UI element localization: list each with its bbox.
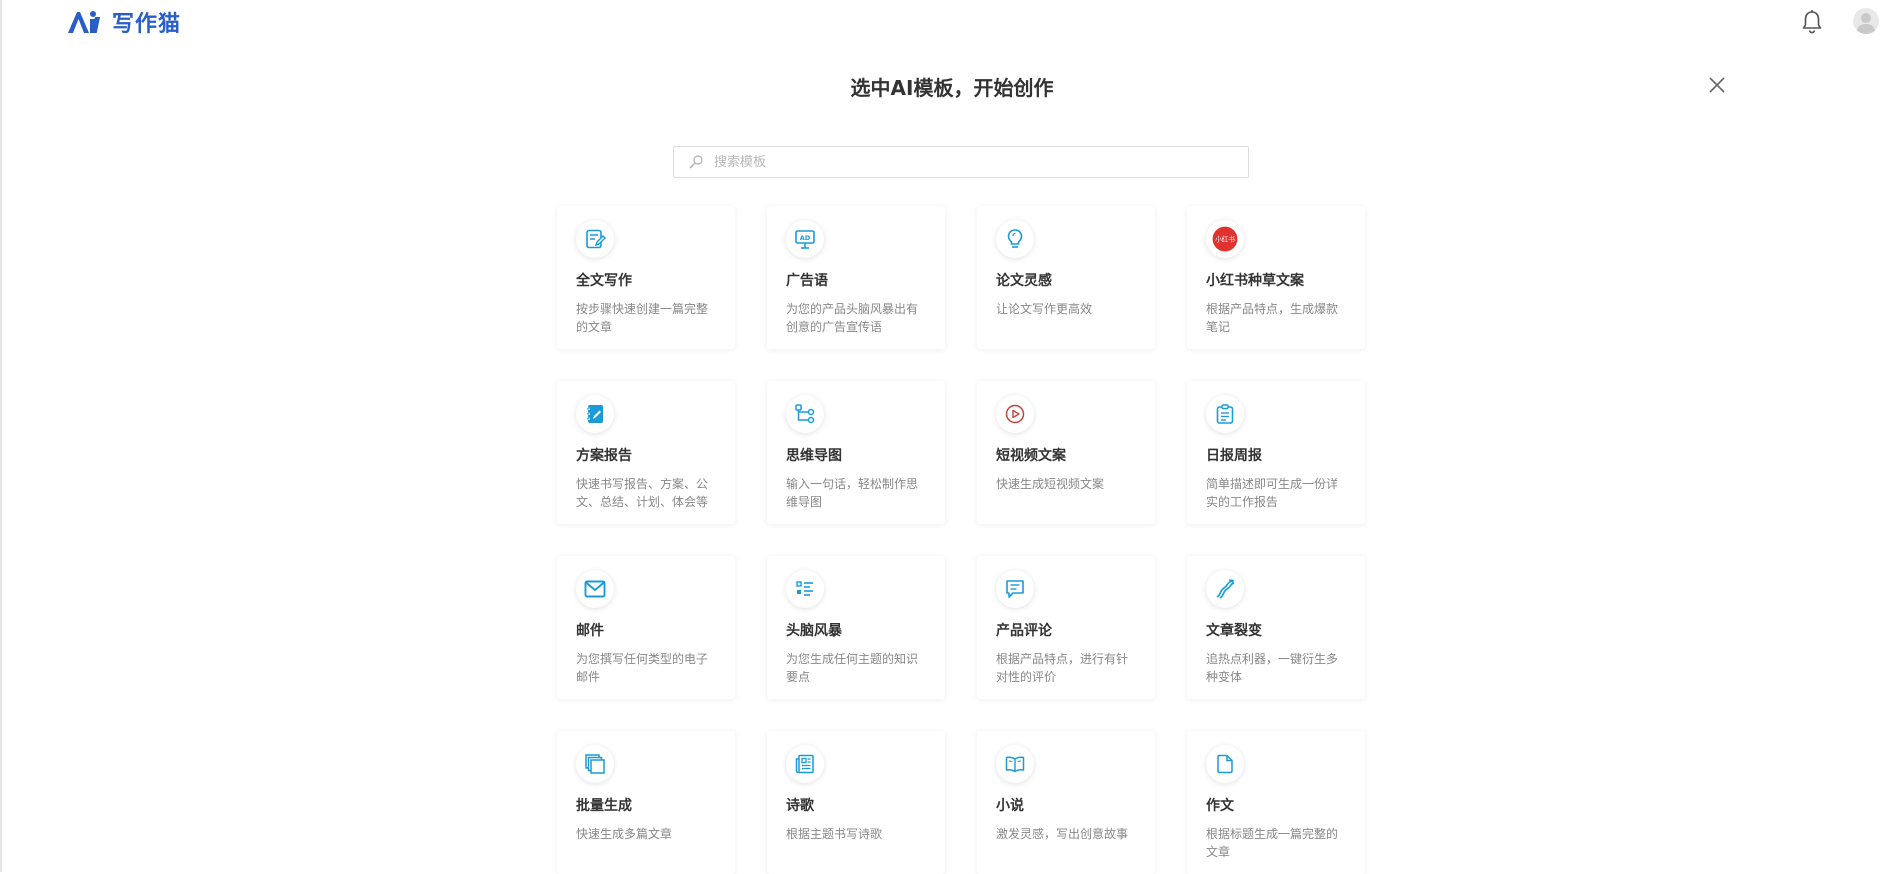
- template-card-xiaohongshu[interactable]: 小红书 小红书种草文案 根据产品特点，生成爆款笔记: [1187, 206, 1365, 349]
- lightbulb-icon: [1007, 229, 1023, 248]
- card-icon-wrap: [996, 745, 1034, 783]
- xiaohongshu-icon: 小红书: [1212, 226, 1238, 252]
- play-circle-icon: [1005, 404, 1025, 424]
- edit-document-icon: [586, 229, 606, 249]
- template-card-slogan[interactable]: AD 广告语 为您的产品头脑风暴出有创意的广告宣传语: [767, 206, 945, 349]
- template-card-mindmap[interactable]: 思维导图 输入一句话，轻松制作思维导图: [767, 381, 945, 524]
- split-arrows-icon: [1216, 579, 1235, 599]
- card-description: 快速生成多篇文章: [576, 827, 673, 841]
- svg-text:AD: AD: [800, 234, 811, 242]
- brand-logo[interactable]: 写作猫: [66, 6, 181, 38]
- template-card-full-writing[interactable]: 全文写作 按步骤快速创建一篇完整的文章: [557, 206, 735, 349]
- card-icon-wrap: [576, 745, 614, 783]
- card-title: 头脑风暴: [786, 623, 842, 639]
- card-title: 方案报告: [576, 448, 632, 464]
- top-header: 写作猫: [0, 0, 1904, 44]
- card-title: 论文灵感: [996, 273, 1052, 289]
- card-icon-wrap: [1206, 395, 1244, 433]
- template-card-thesis-inspiration[interactable]: 论文灵感 让论文写作更高效: [977, 206, 1155, 349]
- close-icon[interactable]: [1706, 74, 1728, 96]
- card-description: 快速书写报告、方案、公文、总结、计划、体会等: [576, 477, 709, 509]
- card-icon-wrap: [576, 220, 614, 258]
- template-card-novel[interactable]: 小说 激发灵感，写出创意故事: [977, 731, 1155, 874]
- mail-icon: [584, 580, 606, 598]
- search-box[interactable]: [673, 146, 1249, 178]
- template-card-batch-generate[interactable]: 批量生成 快速生成多篇文章: [557, 731, 735, 874]
- card-icon-wrap: 小红书: [1206, 220, 1244, 258]
- card-icon-wrap: [1206, 570, 1244, 608]
- template-card-proposal-report[interactable]: 方案报告 快速书写报告、方案、公文、总结、计划、体会等: [557, 381, 735, 524]
- logo-text: 写作猫: [112, 11, 182, 37]
- card-description: 按步骤快速创建一篇完整的文章: [576, 302, 709, 334]
- card-title: 日报周报: [1206, 448, 1262, 464]
- template-card-product-review[interactable]: 产品评论 根据产品特点，进行有针对性的评价: [977, 556, 1155, 699]
- card-description: 让论文写作更高效: [996, 302, 1093, 316]
- template-card-daily-weekly-report[interactable]: 日报周报 简单描述即可生成一份详实的工作报告: [1187, 381, 1365, 524]
- card-icon-wrap: AD: [786, 220, 824, 258]
- card-description: 追热点利器，一键衍生多种变体: [1206, 652, 1339, 684]
- bell-icon[interactable]: [1800, 9, 1824, 35]
- user-avatar[interactable]: [1853, 8, 1879, 34]
- ad-billboard-icon: AD: [795, 230, 815, 249]
- card-icon-wrap: [786, 395, 824, 433]
- template-card-brainstorm[interactable]: 头脑风暴 为您生成任何主题的知识要点: [767, 556, 945, 699]
- card-description: 输入一句话，轻松制作思维导图: [786, 477, 919, 509]
- card-icon-wrap: [786, 570, 824, 608]
- window-left-edge: [0, 0, 2, 872]
- card-description: 为您撰写任何类型的电子邮件: [576, 652, 709, 684]
- card-title: 产品评论: [996, 623, 1052, 639]
- card-title: 作文: [1206, 798, 1234, 814]
- card-description: 根据标题生成一篇完整的文章: [1206, 827, 1339, 859]
- file-icon: [1217, 754, 1233, 774]
- card-description: 根据产品特点，生成爆款笔记: [1206, 302, 1339, 334]
- card-description: 激发灵感，写出创意故事: [996, 827, 1129, 841]
- page-title: 选中AI模板，开始创作: [850, 76, 1054, 100]
- card-icon-wrap: [996, 220, 1034, 258]
- template-card-short-video[interactable]: 短视频文案 快速生成短视频文案: [977, 381, 1155, 524]
- stacked-pages-icon: [585, 754, 605, 774]
- xiaohongshu-icon-text: 小红书: [1215, 235, 1235, 244]
- template-card-article-fission[interactable]: 文章裂变 追热点利器，一键衍生多种变体: [1187, 556, 1365, 699]
- notebook-pen-icon: [586, 405, 603, 423]
- clipboard-icon: [1216, 404, 1234, 424]
- card-description: 简单描述即可生成一份详实的工作报告: [1206, 477, 1339, 509]
- card-icon-wrap: [576, 570, 614, 608]
- card-icon-wrap: [996, 395, 1034, 433]
- card-title: 文章裂变: [1206, 623, 1262, 639]
- comment-icon: [1006, 580, 1024, 598]
- card-description: 为您的产品头脑风暴出有创意的广告宣传语: [786, 302, 919, 334]
- card-title: 全文写作: [576, 273, 632, 289]
- card-title: 小说: [996, 798, 1024, 814]
- user-avatar-icon: [1856, 13, 1876, 34]
- template-grid: 全文写作 按步骤快速创建一篇完整的文章 AD 广告语 为您的产品头脑风暴出有创意…: [557, 206, 1365, 874]
- card-icon-wrap: [786, 745, 824, 783]
- card-title: 诗歌: [786, 798, 814, 814]
- logo-mark-icon: [68, 11, 101, 33]
- card-title: 批量生成: [576, 798, 632, 814]
- card-icon-wrap: [996, 570, 1034, 608]
- card-title: 广告语: [786, 273, 828, 289]
- card-icon-wrap: [576, 395, 614, 433]
- list-icon: [796, 581, 813, 596]
- card-title: 小红书种草文案: [1206, 273, 1304, 289]
- search-input[interactable]: [712, 153, 1216, 171]
- card-title: 邮件: [576, 623, 604, 639]
- card-description: 快速生成短视频文案: [996, 477, 1105, 491]
- template-card-email[interactable]: 邮件 为您撰写任何类型的电子邮件: [557, 556, 735, 699]
- card-description: 根据主题书写诗歌: [786, 827, 883, 841]
- open-book-icon: [1005, 756, 1025, 773]
- card-description: 为您生成任何主题的知识要点: [786, 652, 919, 684]
- search-icon: [689, 155, 703, 169]
- newspaper-icon: [795, 754, 814, 774]
- template-card-poetry[interactable]: 诗歌 根据主题书写诗歌: [767, 731, 945, 874]
- card-title: 思维导图: [786, 448, 842, 464]
- template-card-composition[interactable]: 作文 根据标题生成一篇完整的文章: [1187, 731, 1365, 874]
- card-icon-wrap: [1206, 745, 1244, 783]
- card-title: 短视频文案: [996, 448, 1066, 464]
- mindmap-icon: [795, 404, 815, 424]
- card-description: 根据产品特点，进行有针对性的评价: [996, 652, 1129, 684]
